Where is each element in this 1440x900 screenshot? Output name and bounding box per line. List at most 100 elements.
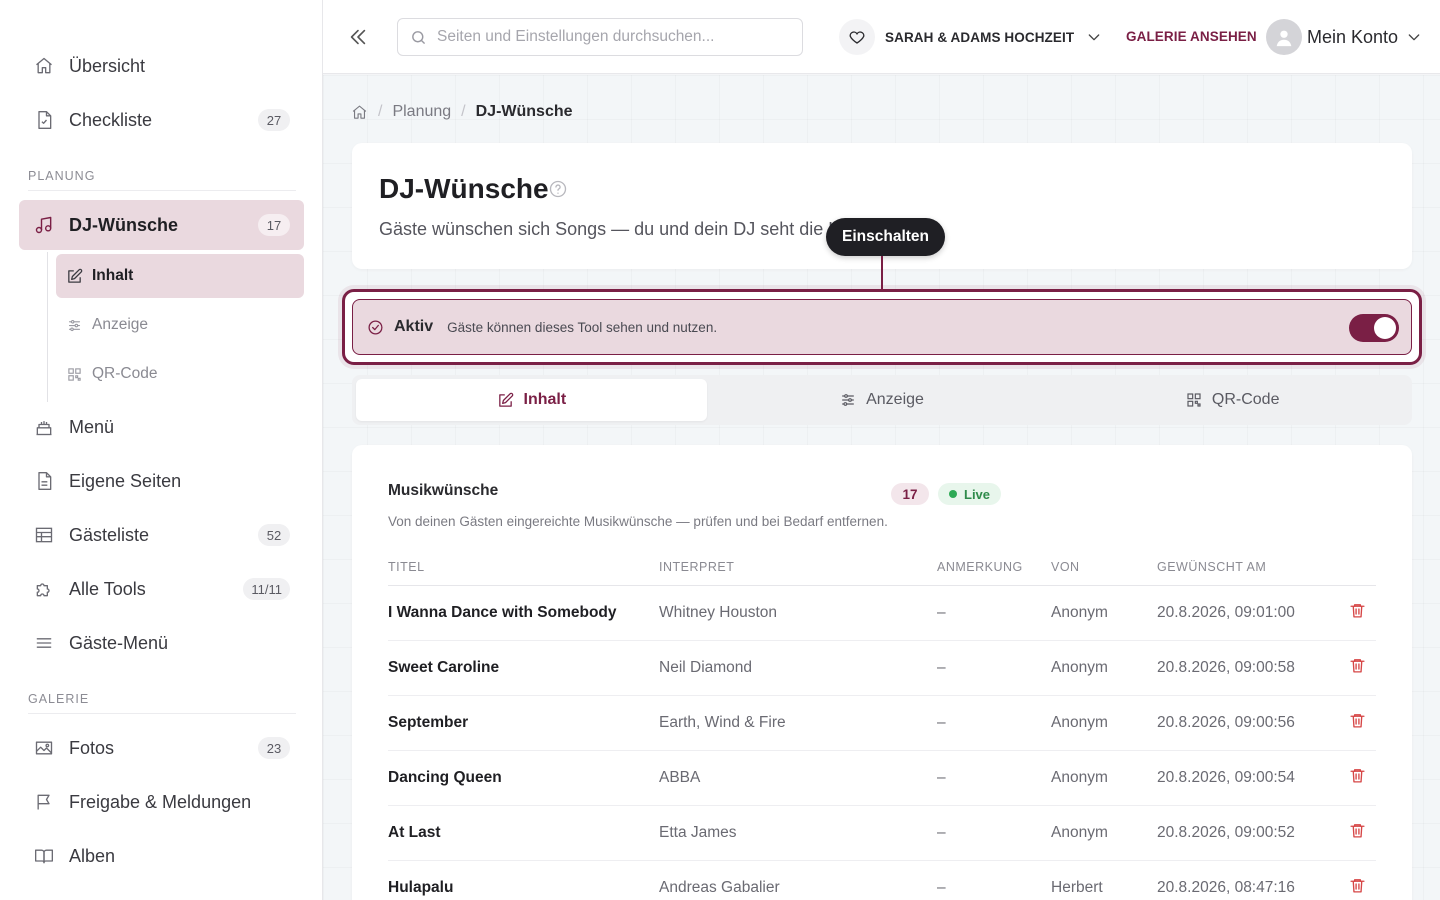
song-artist: Neil Diamond: [659, 640, 937, 696]
delete-request-button[interactable]: [1327, 585, 1376, 641]
sidebar-item-alben[interactable]: Alben: [19, 831, 304, 881]
table-row: Sweet Caroline Neil Diamond – Anonym 20.8.20…: [388, 640, 1376, 696]
column-header-note[interactable]: ANMERKUNG: [937, 549, 1051, 586]
song-note: –: [937, 750, 1051, 806]
table-row: Dancing Queen ABBA – Anonym 20.8.2026, 09:00…: [388, 750, 1376, 806]
page-title: DJ-Wünsche: [379, 173, 549, 204]
qr-code-icon: [56, 367, 92, 382]
requested-at: 20.8.2026, 09:00:52: [1157, 805, 1327, 861]
image-icon: [19, 738, 69, 758]
column-header-actions: [1327, 549, 1376, 586]
delete-request-button[interactable]: [1327, 805, 1376, 861]
column-header-from[interactable]: VON: [1051, 549, 1157, 586]
search-box[interactable]: [397, 18, 803, 56]
section-heading-galerie: GALERIE: [28, 692, 90, 706]
sidebar-item-dj-wuensche[interactable]: DJ-Wünsche 17: [19, 200, 304, 250]
breadcrumb: / Planung / DJ-Wünsche: [351, 103, 573, 121]
request-count-badge: 17: [891, 483, 929, 505]
tab-qr-code[interactable]: QR-Code: [1057, 379, 1408, 421]
count-badge: 17: [258, 214, 290, 236]
breadcrumb-current: DJ-Wünsche: [475, 103, 573, 120]
qr-code-icon: [1186, 392, 1202, 408]
table-row: Hulapalu Andreas Gabalier – Herbert 20.8.202…: [388, 860, 1376, 900]
requested-by: Anonym: [1051, 695, 1157, 751]
table-header-row: TITEL INTERPRET ANMERKUNG VON GEWÜNSCHT …: [388, 549, 1376, 586]
trash-icon: [1350, 713, 1365, 728]
live-dot: [949, 490, 957, 498]
delete-request-button[interactable]: [1327, 640, 1376, 696]
toggle-knob: [1374, 317, 1396, 339]
song-title: At Last: [388, 805, 659, 861]
sidebar-subitem-label: QR-Code: [92, 365, 158, 382]
sidebar-item-label: Gäste-Menü: [69, 632, 169, 653]
count-badge: 27: [258, 109, 290, 131]
column-header-artist[interactable]: INTERPRET: [659, 549, 937, 586]
section-divider: [28, 713, 296, 714]
tab-anzeige[interactable]: Anzeige: [707, 379, 1058, 421]
song-note: –: [937, 640, 1051, 696]
sidebar-item-menue[interactable]: Menü: [19, 402, 304, 452]
home-icon[interactable]: [351, 104, 368, 121]
trash-icon: [1350, 658, 1365, 673]
delete-request-button[interactable]: [1327, 750, 1376, 806]
sidebar-item-gaesteliste[interactable]: Gästeliste 52: [19, 510, 304, 560]
column-header-title[interactable]: TITEL: [388, 549, 659, 586]
sidebar-item-freigabe-meldungen[interactable]: Freigabe & Meldungen: [19, 777, 304, 827]
search-input[interactable]: [437, 28, 777, 46]
sidebar: Übersicht Checkliste 27 PLANUNG DJ-Wünsc…: [0, 0, 323, 900]
sidebar-subitem-label: Anzeige: [92, 316, 149, 333]
sidebar-subitem-inhalt[interactable]: Inhalt: [56, 254, 304, 298]
active-label: Aktiv: [394, 318, 434, 335]
view-gallery-link[interactable]: GALERIE ANSEHEN: [1126, 29, 1257, 44]
active-toggle[interactable]: [1349, 314, 1399, 342]
sidebar-item-checkliste[interactable]: Checkliste 27: [19, 95, 304, 145]
song-note: –: [937, 695, 1051, 751]
requested-by: Herbert: [1051, 860, 1157, 900]
sidebar-item-label: Alle Tools: [69, 578, 146, 599]
cake-icon: [19, 417, 69, 437]
sidebar-item-eigene-seiten[interactable]: Eigene Seiten: [19, 456, 304, 506]
tooltip-enable: Einschalten: [826, 218, 945, 256]
requested-at: 20.8.2026, 09:00:54: [1157, 750, 1327, 806]
heart-icon: [839, 19, 875, 55]
sidebar-item-fotos[interactable]: Fotos 23: [19, 723, 304, 773]
sidebar-subitem-anzeige[interactable]: Anzeige: [56, 303, 304, 347]
sidebar-item-alle-tools[interactable]: Alle Tools 11/11: [19, 564, 304, 614]
trash-icon: [1350, 768, 1365, 783]
tab-label: QR-Code: [1211, 391, 1280, 408]
song-title: Dancing Queen: [388, 750, 659, 806]
sidebar-item-gaeste-menue[interactable]: Gäste-Menü: [19, 618, 304, 668]
list-description: Von deinen Gästen eingereichte Musikwüns…: [388, 514, 888, 529]
collapse-sidebar-button[interactable]: [345, 24, 371, 50]
delete-request-button[interactable]: [1327, 695, 1376, 751]
event-selector[interactable]: SARAH & ADAMS HOCHZEIT: [839, 19, 1102, 55]
count-badge: 52: [258, 524, 290, 546]
sidebar-subitem-qr-code[interactable]: QR-Code: [56, 352, 304, 396]
sidebar-item-label: Freigabe & Meldungen: [69, 791, 252, 812]
song-artist: Earth, Wind & Fire: [659, 695, 937, 751]
main-content: / Planung / DJ-Wünsche DJ-Wünsche Gäste …: [323, 75, 1440, 900]
song-title: September: [388, 695, 659, 751]
flag-icon: [19, 792, 69, 812]
column-header-date[interactable]: GEWÜNSCHT AM: [1157, 549, 1327, 586]
count-badge: 23: [258, 737, 290, 759]
check-circle-icon: [367, 319, 384, 336]
section-divider: [28, 190, 296, 191]
tooltip-pointer: [881, 256, 883, 289]
song-artist: ABBA: [659, 750, 937, 806]
account-menu[interactable]: Mein Konto: [1266, 18, 1422, 56]
sidebar-item-uebersicht[interactable]: Übersicht: [19, 41, 304, 91]
search-icon: [410, 29, 427, 46]
song-artist: Whitney Houston: [659, 585, 937, 641]
requested-at: 20.8.2026, 09:00:58: [1157, 640, 1327, 696]
tab-inhalt[interactable]: Inhalt: [356, 379, 707, 421]
live-label: Live: [964, 486, 991, 502]
delete-request-button[interactable]: [1327, 860, 1376, 900]
breadcrumb-planung[interactable]: Planung: [392, 103, 451, 121]
help-circle-icon[interactable]: [548, 179, 568, 199]
page-icon: [19, 471, 69, 491]
sidebar-item-label: Fotos: [69, 737, 115, 758]
song-note: –: [937, 805, 1051, 861]
trash-icon: [1350, 603, 1365, 618]
breadcrumb-separator: /: [378, 103, 383, 120]
